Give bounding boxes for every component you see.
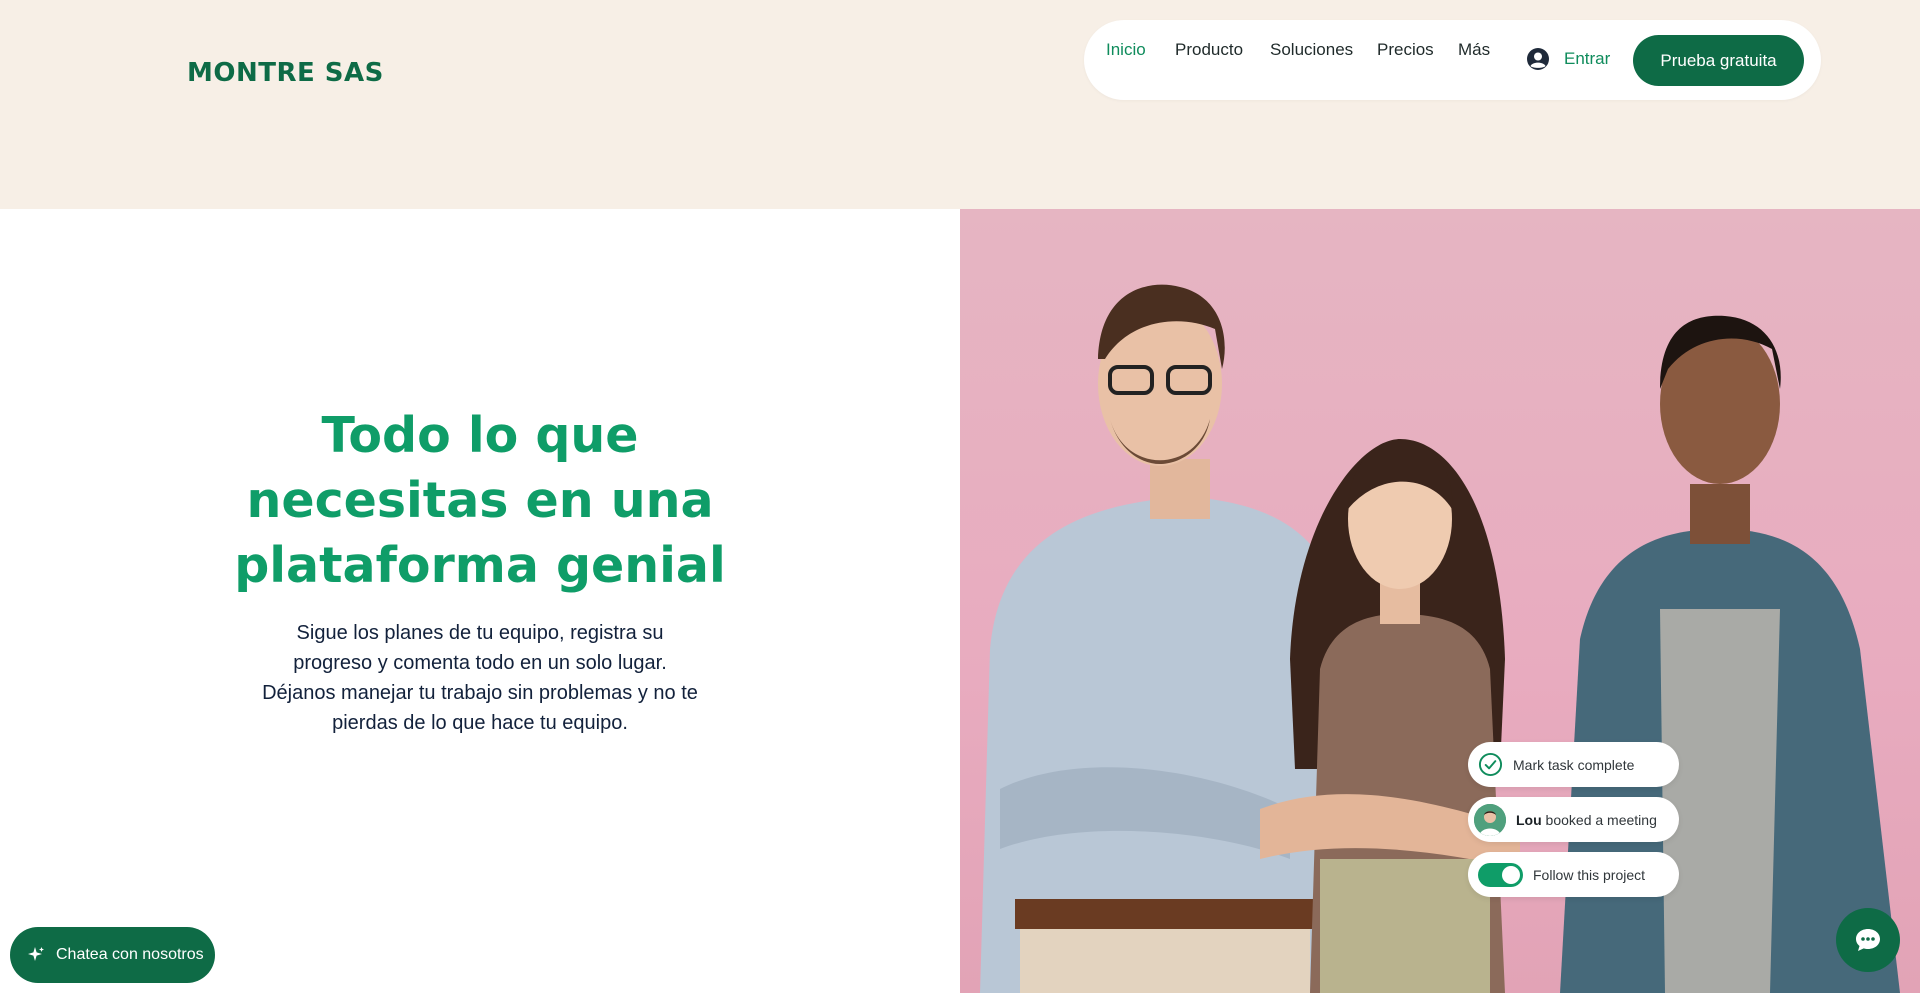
hero-title-line: necesitas en una (246, 472, 714, 529)
hero-team-photo (960, 209, 1920, 993)
team-illustration (980, 284, 1900, 993)
chat-launcher-button[interactable] (1836, 908, 1900, 972)
brand-logo[interactable]: MONTRE SAS (187, 58, 384, 88)
hero-subtitle: Sigue los planes de tu equipo, registra … (240, 618, 720, 738)
avatar-icon (1474, 803, 1506, 836)
hero-text-section: Todo lo que necesitas en una plataforma … (0, 209, 960, 993)
notification-meeting-action: booked a meeting (1541, 811, 1657, 828)
nav-item-inicio[interactable]: Inicio (1106, 40, 1146, 60)
notification-follow-text: Follow this project (1533, 866, 1646, 883)
chat-with-us-label: Chatea con nosotros (56, 946, 204, 963)
notification-meeting-name: Lou (1516, 811, 1542, 828)
nav-item-soluciones[interactable]: Soluciones (1270, 40, 1353, 60)
site-header: MONTRE SAS Inicio Producto Soluciones Pr… (0, 0, 1920, 209)
hero-subtitle-line: Déjanos manejar tu trabajo sin problemas… (262, 682, 698, 704)
hero-title: Todo lo que necesitas en una plataforma … (180, 403, 780, 598)
login-label: Entrar (1564, 49, 1611, 68)
hero-title-line: Todo lo que (321, 407, 639, 464)
notification-task-complete: Mark task complete (1468, 742, 1679, 787)
hero-subtitle-line: progreso y comenta todo en un solo lugar… (293, 652, 667, 674)
follow-toggle[interactable] (1478, 862, 1523, 887)
nav-item-producto[interactable]: Producto (1175, 40, 1243, 60)
notification-meeting-text: Lou booked a meeting (1516, 812, 1657, 828)
user-circle-icon (1527, 48, 1549, 70)
hero-subtitle-line: pierdas de lo que hace tu equipo. (332, 712, 628, 734)
notification-meeting: Lou booked a meeting (1468, 797, 1679, 842)
chat-bubble-icon (1856, 929, 1880, 951)
notification-task-text: Mark task complete (1513, 756, 1635, 773)
nav-item-precios[interactable]: Precios (1377, 40, 1434, 60)
hero-title-line: plataforma genial (234, 537, 726, 594)
nav-item-mas[interactable]: Más (1458, 40, 1490, 60)
sparkle-icon (28, 947, 44, 961)
hero-subtitle-line: Sigue los planes de tu equipo, registra … (296, 622, 664, 644)
free-trial-button[interactable]: Prueba gratuita (1633, 35, 1804, 86)
avatar (1474, 803, 1506, 836)
chat-with-us-button[interactable]: Chatea con nosotros (10, 927, 215, 983)
check-circle-icon (1478, 752, 1503, 777)
login-link[interactable]: Entrar (1526, 46, 1610, 72)
notification-follow: Follow this project (1468, 852, 1679, 897)
